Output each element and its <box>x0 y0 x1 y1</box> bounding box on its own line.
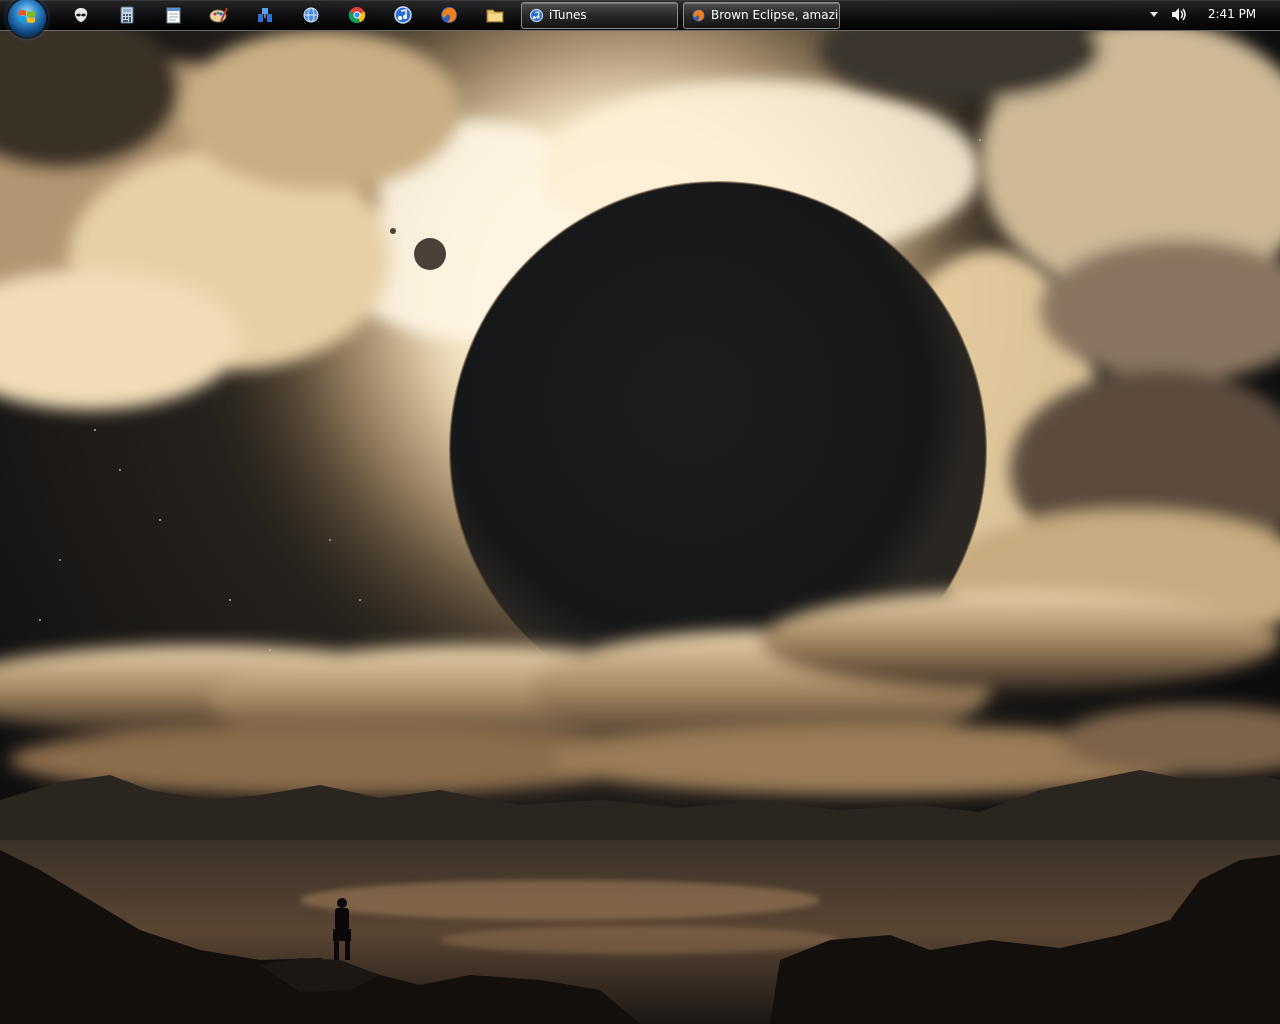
notepad-icon[interactable] <box>163 5 183 25</box>
itunes-icon[interactable] <box>393 5 413 25</box>
desktop-wallpaper <box>0 0 1280 1024</box>
alien-app-icon[interactable] <box>71 5 91 25</box>
taskbar: iTunes Brown Eclipse, amazi... 2:41 PM <box>0 0 1280 37</box>
windows-logo-icon <box>19 10 35 23</box>
network-icon[interactable] <box>255 5 275 25</box>
speaker-volume-icon[interactable] <box>1170 6 1188 23</box>
firefox-icon <box>692 9 705 22</box>
itunes-icon <box>529 8 544 23</box>
show-hidden-icons-chevron-icon[interactable] <box>1148 8 1160 20</box>
paint-icon[interactable] <box>209 5 229 25</box>
taskbar-button-label: iTunes <box>549 8 587 22</box>
desktop[interactable]: iTunes Brown Eclipse, amazi... 2:41 PM <box>0 0 1280 1024</box>
chrome-icon[interactable] <box>347 5 367 25</box>
folder-icon[interactable] <box>485 5 505 25</box>
taskbar-button-firefox[interactable]: Brown Eclipse, amazi... <box>683 2 840 29</box>
clock[interactable]: 2:41 PM <box>1196 0 1268 29</box>
start-button[interactable] <box>8 0 46 37</box>
calculator-icon[interactable] <box>117 5 137 25</box>
firefox-icon[interactable] <box>439 5 459 25</box>
taskbar-button-itunes[interactable]: iTunes <box>521 2 678 29</box>
taskbar-button-label: Brown Eclipse, amazi... <box>711 8 840 22</box>
globe-icon[interactable] <box>301 5 321 25</box>
